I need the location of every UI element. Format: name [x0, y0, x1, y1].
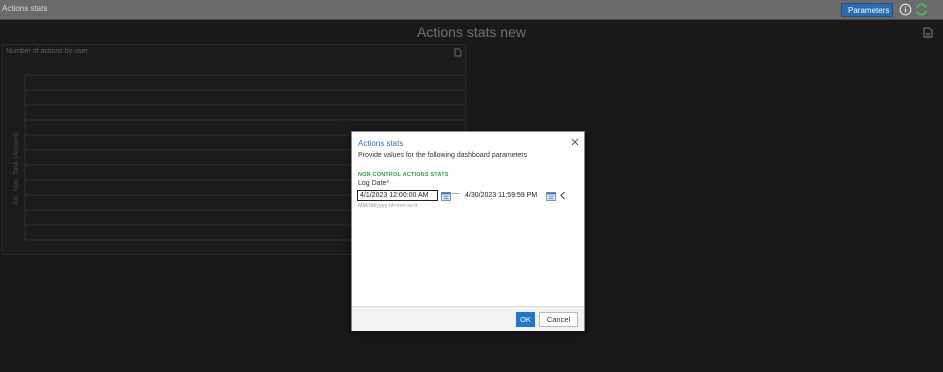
- end-date-input[interactable]: 4/30/2023 11:59:59 PM: [462, 190, 544, 201]
- section-heading: NON CONTROL ACTIONS STATS: [358, 172, 449, 178]
- calendar-icon[interactable]: [441, 191, 451, 201]
- log-date-label: Log Date*: [358, 180, 389, 187]
- range-separator: —: [452, 190, 459, 197]
- ok-button[interactable]: OK: [516, 312, 535, 327]
- close-icon[interactable]: [570, 137, 580, 147]
- info-circle-icon[interactable]: [899, 3, 912, 16]
- refresh-icon[interactable]: [914, 2, 929, 17]
- start-date-input[interactable]: 4/1/2023 12:00:00 AM: [357, 190, 438, 201]
- top-bar: Actions stats Parameters: [0, 0, 943, 20]
- log-date-label-text: Log Date: [358, 180, 387, 187]
- calendar-icon[interactable]: [546, 191, 556, 201]
- dialog-description: Provide values for the following dashboa…: [358, 152, 528, 159]
- breadcrumb[interactable]: Actions stats: [2, 4, 47, 13]
- required-mark: *: [386, 180, 390, 187]
- dialog-title: Actions stats: [358, 139, 404, 148]
- cancel-button[interactable]: Cancel: [539, 312, 578, 327]
- format-hint: MM/dd/yyyy hh:mm:ss tt: [358, 203, 418, 209]
- chevron-left-icon[interactable]: [559, 191, 566, 200]
- parameters-dialog: Actions stats Provide values for the fol…: [351, 131, 585, 331]
- parameters-button[interactable]: Parameters: [841, 3, 893, 17]
- dialog-footer: OK Cancel: [352, 306, 584, 331]
